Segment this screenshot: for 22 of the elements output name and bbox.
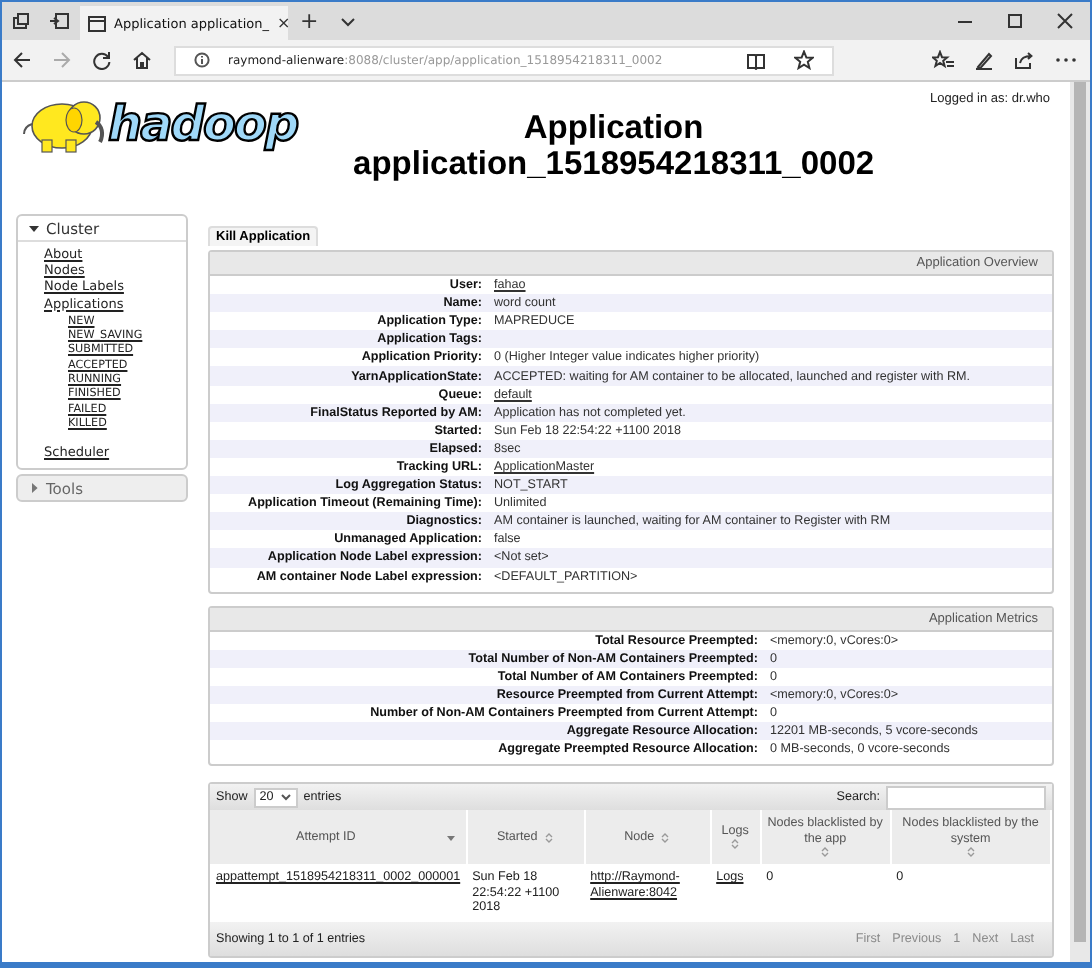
- chevron-down-icon: [279, 792, 292, 803]
- scrollbar-thumb[interactable]: [1074, 82, 1086, 942]
- favorites-icon[interactable]: [932, 50, 954, 70]
- star-icon[interactable]: [794, 50, 814, 70]
- new-tab-button[interactable]: +: [300, 8, 319, 34]
- page-title: Application application_1518954218311_0002: [353, 110, 875, 182]
- pen-icon[interactable]: [974, 50, 994, 70]
- home-icon[interactable]: [132, 50, 152, 70]
- close-icon[interactable]: [1056, 12, 1074, 30]
- close-tab-button[interactable]: ×: [277, 14, 291, 32]
- info-icon: [194, 52, 210, 68]
- maximize-icon[interactable]: [1006, 12, 1024, 30]
- logo-text: hadoop: [108, 94, 298, 154]
- reading-view-icon[interactable]: [746, 51, 766, 69]
- refresh-icon[interactable]: [92, 50, 112, 70]
- share-icon[interactable]: [1014, 50, 1034, 70]
- back-icon[interactable]: [12, 50, 32, 70]
- search-field[interactable]: [886, 785, 1046, 810]
- tab-aside-icon[interactable]: [50, 12, 70, 30]
- chevron-down-icon[interactable]: [340, 13, 357, 29]
- tab-icon[interactable]: [12, 12, 30, 30]
- page-icon: [88, 15, 106, 31]
